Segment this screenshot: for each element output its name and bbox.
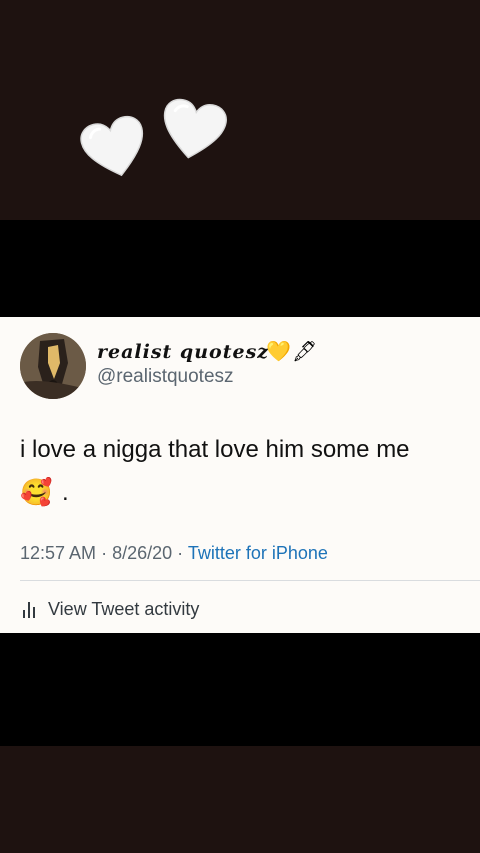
bar-chart-icon — [20, 600, 38, 618]
user-handle[interactable]: @realistquotesz — [97, 366, 234, 388]
bottom-background — [0, 746, 480, 853]
tweet-date: 8/26/20 — [112, 543, 173, 563]
meta-separator: · — [177, 543, 184, 563]
pen-icon: 🖋 — [292, 341, 318, 363]
yellow-heart-icon: 💛 — [266, 341, 291, 363]
tweet-trailing-text: . — [62, 479, 69, 506]
view-tweet-activity-button[interactable]: View Tweet activity — [20, 598, 199, 620]
tweet-text: i love a nigga that love him some me — [20, 436, 410, 463]
black-divider-band — [0, 633, 480, 746]
tweet-meta: 12:57 AM · 8/26/20 · Twitter for iPhone — [20, 543, 328, 564]
tweet-card[interactable]: realist quotesz 💛 🖋 @realistquotesz i lo… — [0, 317, 480, 633]
white-heart-icon — [75, 111, 154, 187]
avatar[interactable] — [20, 333, 86, 399]
divider — [20, 580, 480, 581]
tweet-source-link[interactable]: Twitter for iPhone — [188, 543, 328, 563]
white-heart-icon — [155, 95, 231, 168]
display-name[interactable]: realist quotesz — [97, 341, 269, 363]
black-divider-band — [0, 220, 480, 317]
tweet-time: 12:57 AM — [20, 543, 97, 563]
view-tweet-activity-label: View Tweet activity — [48, 598, 200, 619]
top-background — [0, 0, 480, 220]
meta-separator: · — [101, 543, 108, 563]
smiling-hearts-emoji-icon: 🥰 — [20, 477, 53, 507]
